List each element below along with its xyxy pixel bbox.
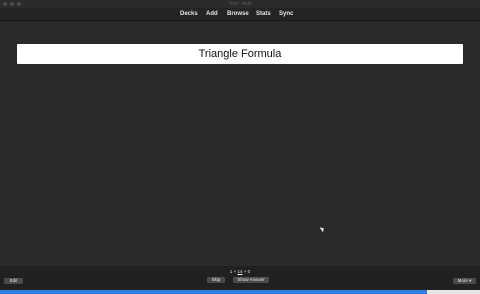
count-separator: + [233, 269, 237, 274]
stats-link[interactable]: Stats [256, 8, 271, 20]
new-count: 1 [229, 269, 233, 274]
top-toolbar: Decks Add Browse Stats Sync [0, 8, 480, 21]
add-link[interactable]: Add [206, 8, 218, 20]
show-answer-button[interactable]: Show Answer [233, 277, 269, 283]
decks-link[interactable]: Decks [180, 8, 198, 20]
review-count: 0 [247, 269, 251, 274]
progress-bar [0, 290, 480, 294]
edit-button[interactable]: Edit [4, 278, 23, 284]
sync-link[interactable]: Sync [279, 8, 293, 20]
window-title: Tom - Anki [228, 1, 252, 7]
more-button[interactable]: More ▾ [453, 278, 476, 284]
progress-bar-fill [0, 290, 428, 294]
browse-link[interactable]: Browse [227, 8, 249, 20]
count-separator: + [243, 269, 247, 274]
card-question: Triangle Formula [17, 44, 463, 64]
due-counts: 1 + 14 + 0 [222, 269, 258, 275]
review-area: Triangle Formula [0, 21, 480, 266]
skip-button[interactable]: Skip [207, 277, 225, 283]
learn-count: 14 [237, 269, 243, 274]
